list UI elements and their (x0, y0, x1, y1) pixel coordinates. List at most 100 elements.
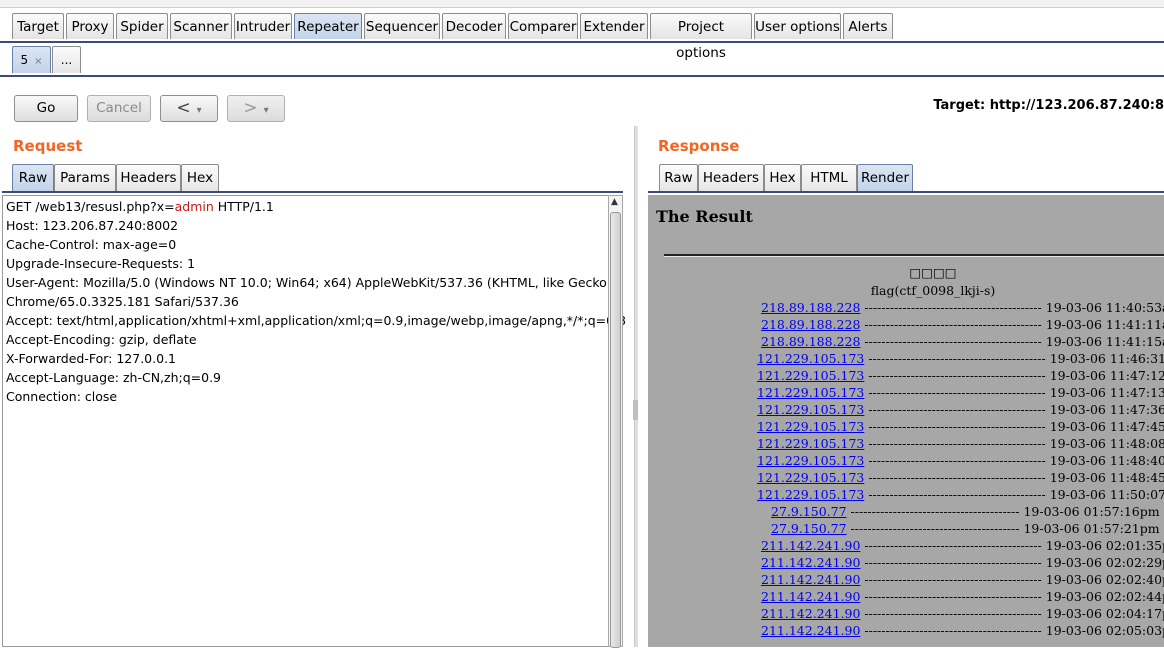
response-tab-render[interactable]: Render (857, 164, 913, 191)
separator-dashes: ----------------------------------------… (864, 470, 1050, 485)
timestamp: 19-03-06 11:48:08am (1049, 436, 1164, 451)
separator-dashes: ----------------------------------------… (860, 623, 1046, 638)
cancel-button[interactable]: Cancel (87, 95, 151, 122)
timestamp: 19-03-06 02:02:44pm (1045, 589, 1164, 604)
ip-link[interactable]: 211.142.241.90 (761, 606, 860, 621)
separator-dashes: ----------------------------------------… (860, 555, 1046, 570)
result-row: 211.142.241.90 -------------------------… (648, 571, 1164, 588)
timestamp: 19-03-06 11:46:31am (1049, 351, 1164, 366)
request-tab-raw[interactable]: Raw (12, 164, 54, 191)
chevron-down-icon: ▾ (196, 105, 202, 116)
new-tab-button[interactable]: ... (52, 46, 81, 73)
timestamp: 19-03-06 02:05:03pm (1045, 623, 1164, 638)
ip-link[interactable]: 218.89.188.228 (761, 300, 860, 315)
ip-link[interactable]: 121.229.105.173 (757, 402, 864, 417)
tab-decoder[interactable]: Decoder (442, 13, 506, 39)
tab-target[interactable]: Target (12, 13, 64, 39)
ip-link[interactable]: 211.142.241.90 (761, 623, 860, 638)
separator-dashes: ----------------------------------------… (860, 538, 1046, 553)
request-line: Accept: text/html,application/xhtml+xml,… (6, 313, 627, 328)
ip-link[interactable]: 121.229.105.173 (757, 351, 864, 366)
ip-link[interactable]: 211.142.241.90 (761, 589, 860, 604)
timestamp: 19-03-06 02:02:40pm (1045, 572, 1164, 587)
ip-link[interactable]: 218.89.188.228 (761, 334, 860, 349)
ip-link[interactable]: 121.229.105.173 (757, 419, 864, 434)
ip-link[interactable]: 121.229.105.173 (757, 487, 864, 502)
result-row: 121.229.105.173 ------------------------… (648, 435, 1164, 452)
result-row: 121.229.105.173 ------------------------… (648, 469, 1164, 486)
response-tab-html[interactable]: HTML (801, 164, 857, 191)
response-title: Response (658, 137, 740, 155)
panel-splitter[interactable] (634, 126, 638, 647)
request-tab-hex[interactable]: Hex (181, 164, 219, 191)
timestamp: 19-03-06 11:41:15am (1045, 334, 1164, 349)
timestamp: 19-03-06 01:57:21pm (1023, 521, 1160, 536)
request-tab-params[interactable]: Params (54, 164, 116, 191)
separator-dashes: ----------------------------------------… (860, 300, 1046, 315)
request-editor[interactable]: GET /web13/resusl.php?x=admin HTTP/1.1 H… (2, 195, 626, 647)
ip-link[interactable]: 211.142.241.90 (761, 538, 860, 553)
result-row: 211.142.241.90 -------------------------… (648, 622, 1164, 639)
separator-dashes: ----------------------------------------… (864, 402, 1050, 417)
go-button[interactable]: Go (14, 95, 78, 122)
ip-link[interactable]: 211.142.241.90 (761, 572, 860, 587)
tab-project-options[interactable]: Project options (650, 13, 752, 61)
separator-dashes: ---------------------------------------- (846, 521, 1024, 536)
back-button[interactable]: < ▾ (160, 95, 218, 122)
flag-text: flag(ctf_0098_lkji-s) (870, 283, 996, 298)
close-icon[interactable]: × (34, 56, 42, 67)
request-line-suffix: HTTP/1.1 (213, 199, 274, 214)
ip-link[interactable]: 121.229.105.173 (757, 453, 864, 468)
request-line: Accept-Encoding: gzip, deflate (6, 332, 197, 347)
tab-repeater[interactable]: Repeater (294, 13, 362, 39)
tab-comparer[interactable]: Comparer (508, 13, 578, 39)
timestamp: 19-03-06 11:50:07am (1049, 487, 1164, 502)
ip-link[interactable]: 121.229.105.173 (757, 385, 864, 400)
timestamp: 19-03-06 11:47:36am (1049, 402, 1164, 417)
ip-link[interactable]: 27.9.150.77 (771, 504, 847, 519)
timestamp: 19-03-06 11:48:40am (1049, 453, 1164, 468)
ip-link[interactable]: 121.229.105.173 (757, 470, 864, 485)
ip-link[interactable]: 218.89.188.228 (761, 317, 860, 332)
tab-sequencer[interactable]: Sequencer (364, 13, 440, 39)
request-line: Chrome/65.0.3325.181 Safari/537.36 (6, 294, 239, 309)
result-row: 211.142.241.90 -------------------------… (648, 554, 1164, 571)
back-arrow-icon: < (176, 98, 191, 118)
ip-link[interactable]: 211.142.241.90 (761, 555, 860, 570)
separator-dashes: ----------------------------------------… (860, 572, 1046, 587)
chevron-down-icon: ▾ (263, 105, 269, 116)
tab-alerts[interactable]: Alerts (843, 13, 893, 39)
separator-dashes: ----------------------------------------… (860, 606, 1046, 621)
scrollbar-thumb[interactable] (610, 212, 621, 648)
ip-link[interactable]: 121.229.105.173 (757, 436, 864, 451)
tab-user-options[interactable]: User options (754, 13, 841, 39)
tab-scanner[interactable]: Scanner (170, 13, 232, 39)
request-tab-headers[interactable]: Headers (116, 164, 181, 191)
response-tab-headers[interactable]: Headers (698, 164, 764, 191)
scroll-up-icon[interactable]: ▲ (611, 197, 618, 207)
result-heading: The Result (656, 207, 753, 226)
repeater-tabs: 5 × ... (0, 43, 1164, 77)
splitter-grip[interactable] (633, 400, 638, 420)
ip-link[interactable]: 27.9.150.77 (771, 521, 847, 536)
request-text: GET /web13/resusl.php?x=admin HTTP/1.1 H… (6, 197, 626, 406)
response-tabs-divider (648, 191, 1164, 193)
separator-dashes: ----------------------------------------… (860, 317, 1046, 332)
tab-intruder[interactable]: Intruder (234, 13, 292, 39)
forward-button[interactable]: > ▾ (227, 95, 285, 122)
timestamp: 19-03-06 02:02:29pm (1045, 555, 1164, 570)
result-row: 218.89.188.228 -------------------------… (648, 316, 1164, 333)
ip-link[interactable]: 121.229.105.173 (757, 368, 864, 383)
timestamp: 19-03-06 11:47:13am (1049, 385, 1164, 400)
response-tab-hex[interactable]: Hex (764, 164, 801, 191)
tab-proxy[interactable]: Proxy (66, 13, 114, 39)
request-scrollbar[interactable]: ▲ (608, 195, 623, 648)
separator-dashes: ----------------------------------------… (860, 334, 1046, 349)
result-row: 211.142.241.90 -------------------------… (648, 537, 1164, 554)
target-url[interactable]: Target: http://123.206.87.240:8 (933, 98, 1164, 113)
tab-spider[interactable]: Spider (116, 13, 168, 39)
timestamp: 19-03-06 11:47:45am (1049, 419, 1164, 434)
response-tab-raw[interactable]: Raw (659, 164, 698, 191)
tab-extender[interactable]: Extender (580, 13, 648, 39)
tab-5[interactable]: 5 × (12, 46, 51, 73)
